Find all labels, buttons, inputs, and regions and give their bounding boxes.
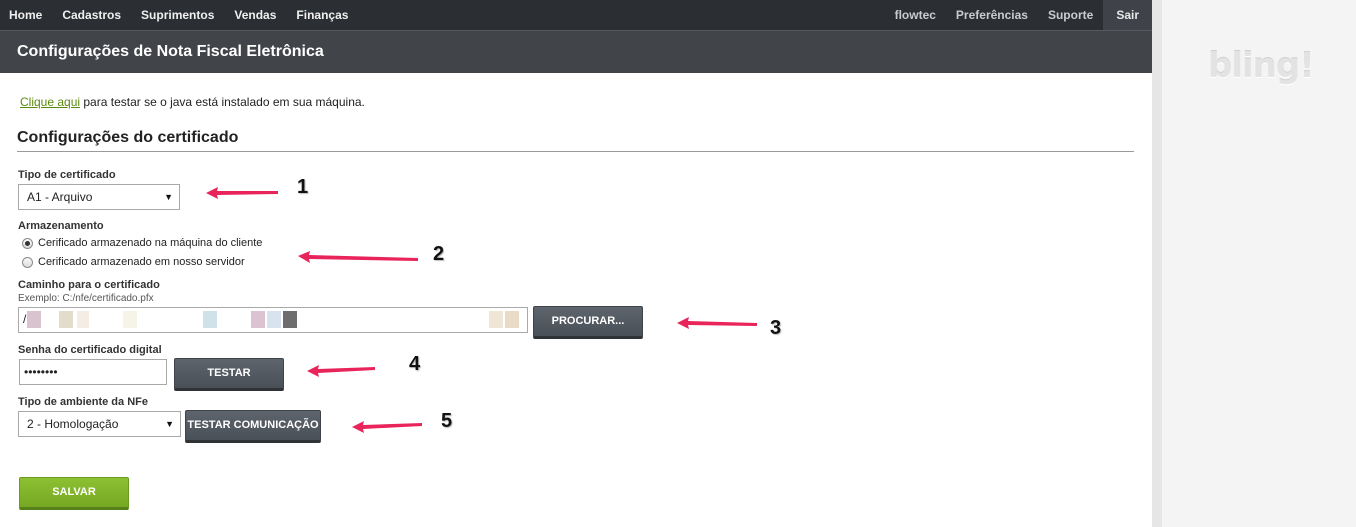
nav-financas[interactable]: Finanças [286, 0, 358, 30]
password-label: Senha do certificado digital [18, 344, 162, 356]
password-value: •••••••• [24, 365, 58, 379]
nav-home[interactable]: Home [0, 0, 52, 30]
annotation-arrow-icon [296, 250, 420, 264]
test-button[interactable]: TESTAR [174, 358, 284, 391]
path-value: / [23, 312, 27, 326]
path-hint: Exemplo: C:/nfe/certificado.pfx [18, 293, 154, 304]
page-header: Configurações de Nota Fiscal Eletrônica [0, 30, 1152, 73]
section-divider [17, 151, 1134, 152]
annotation-number: 1 [297, 176, 309, 198]
panel-divider [1152, 0, 1162, 527]
main-menu: Home Cadastros Suprimentos Vendas Finanç… [0, 0, 358, 30]
save-button[interactable]: SALVAR [19, 477, 129, 510]
annotation-arrow-icon [305, 363, 377, 377]
annotation-number: 4 [409, 353, 421, 375]
storage-option-label: Cerificado armazenado na máquina do clie… [38, 237, 263, 249]
redacted-path [27, 311, 527, 329]
cert-type-value: A1 - Arquivo [27, 190, 93, 204]
page-title: Configurações de Nota Fiscal Eletrônica [17, 43, 324, 60]
java-test-line: Clique aqui para testar se o java está i… [20, 95, 365, 109]
nav-vendas[interactable]: Vendas [224, 0, 286, 30]
radio-icon[interactable] [22, 237, 33, 249]
nav-preferencias[interactable]: Preferências [946, 0, 1038, 30]
top-nav: Home Cadastros Suprimentos Vendas Finanç… [0, 0, 1152, 30]
user-menu: flowtec Preferências Suporte Sair [885, 0, 1152, 30]
annotation-arrow-icon [675, 316, 759, 330]
password-input[interactable]: •••••••• [19, 359, 167, 385]
storage-label: Armazenamento [18, 220, 104, 232]
storage-option-label: Cerificado armazenado em nosso servidor [38, 256, 245, 268]
nav-suprimentos[interactable]: Suprimentos [131, 0, 224, 30]
storage-option-server[interactable]: Cerificado armazenado em nosso servidor [22, 256, 245, 268]
browse-button[interactable]: PROCURAR... [533, 306, 643, 339]
annotation-number: 3 [770, 317, 782, 339]
env-value: 2 - Homologação [27, 417, 119, 431]
java-test-text: para testar se o java está instalado em … [80, 95, 365, 109]
storage-option-client[interactable]: Cerificado armazenado na máquina do clie… [22, 237, 262, 249]
nav-sair[interactable]: Sair [1103, 0, 1152, 30]
chevron-down-icon: ▼ [164, 192, 173, 202]
nav-user[interactable]: flowtec [885, 0, 946, 30]
test-communication-button[interactable]: TESTAR COMUNICAÇÃO [185, 410, 321, 443]
env-label: Tipo de ambiente da NFe [18, 396, 148, 408]
radio-icon[interactable] [22, 256, 33, 268]
annotation-arrow-icon [350, 420, 424, 434]
cert-type-select[interactable]: A1 - Arquivo ▼ [18, 184, 180, 210]
path-input[interactable]: / [18, 307, 528, 333]
bling-logo: bling! [1208, 46, 1315, 86]
nav-cadastros[interactable]: Cadastros [52, 0, 131, 30]
annotation-number: 2 [433, 243, 445, 265]
annotation-arrow-icon [204, 186, 280, 200]
right-panel: bling! [1152, 0, 1356, 527]
path-label: Caminho para o certificado [18, 279, 160, 291]
section-title: Configurações do certificado [17, 129, 239, 146]
env-select[interactable]: 2 - Homologação ▼ [18, 411, 181, 437]
nav-suporte[interactable]: Suporte [1038, 0, 1103, 30]
java-test-link[interactable]: Clique aqui [20, 95, 80, 109]
annotation-number: 5 [441, 410, 453, 432]
cert-type-label: Tipo de certificado [18, 169, 116, 181]
chevron-down-icon: ▼ [165, 419, 174, 429]
